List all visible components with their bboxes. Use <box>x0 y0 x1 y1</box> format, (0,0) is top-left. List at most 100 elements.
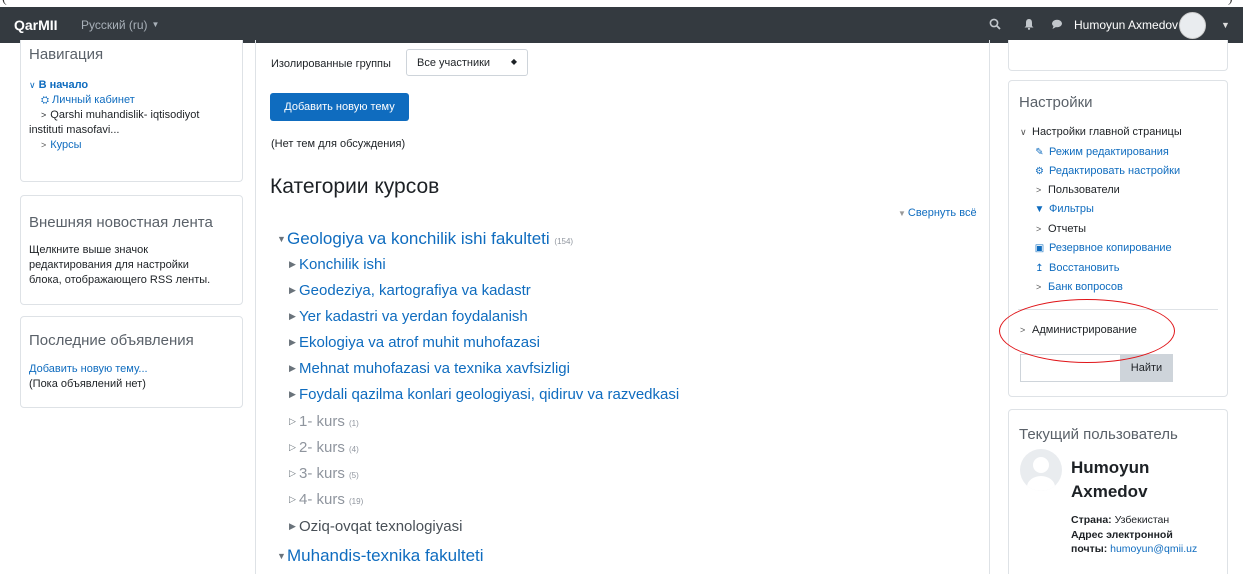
category-item[interactable]: ▷ 4- kurs (19) <box>289 491 363 508</box>
empty-triangle-icon: ▷ <box>289 416 296 426</box>
user-menu-name[interactable]: Humoyun Axmedov <box>1074 18 1178 32</box>
category-item[interactable]: ▶ Geodeziya, kartografiya va kadastr <box>289 282 531 299</box>
nav-site-label-2: instituti masofavi... <box>29 124 120 136</box>
nav-site-cont: instituti masofavi... <box>29 123 239 138</box>
navigation-title: Навигация <box>29 46 104 63</box>
nav-site-label-1: Qarshi muhandislik- iqtisodiyot <box>50 109 200 121</box>
chevron-right-icon: > <box>1020 325 1026 335</box>
collapsed-triangle-icon: ▶ <box>289 311 296 321</box>
category-item[interactable]: ▶ Foydali qazilma konlari geologiyasi, qi… <box>289 386 679 403</box>
groups-select[interactable]: Все участники ◆ <box>406 49 528 76</box>
chat-icon[interactable] <box>1049 16 1065 32</box>
category-count: (4) <box>349 445 359 454</box>
settings-item-backup[interactable]: ▣ Резервное копирование <box>1033 242 1172 254</box>
settings-item-label: Банк вопросов <box>1048 281 1123 293</box>
filter-icon: ▼ <box>1034 204 1045 215</box>
settings-item-question-bank[interactable]: > Банк вопросов <box>1036 281 1123 293</box>
backup-icon: ▣ <box>1034 243 1045 254</box>
right-paren: ) <box>1228 0 1233 7</box>
user-first-name: Humoyun <box>1071 458 1150 477</box>
site-brand[interactable]: QarMII <box>14 17 58 33</box>
category-count: (19) <box>349 497 364 506</box>
caret-down-icon[interactable]: ▼ <box>1221 20 1230 30</box>
nav-dashboard[interactable]: ⛭ Личный кабинет <box>29 93 239 108</box>
settings-section[interactable]: ∨ Настройки главной страницы <box>1020 126 1182 138</box>
rss-line: блока, отображающего RSS ленты. <box>29 274 211 286</box>
category-name: Oziq-ovqat texnologiyasi <box>299 518 463 535</box>
category-name: Foydali qazilma konlari geologiyasi, qid… <box>299 386 680 403</box>
category-item[interactable]: ▼Muhandis-texnika fakulteti <box>277 546 484 566</box>
chevron-right-icon: > <box>1036 224 1042 234</box>
settings-item-label: Фильтры <box>1049 203 1094 215</box>
settings-item-filters[interactable]: ▼ Фильтры <box>1033 203 1094 215</box>
category-count: (1) <box>349 419 359 428</box>
user-avatar[interactable] <box>1179 12 1206 39</box>
category-name: Ekologiya va atrof muhit muhofazasi <box>299 334 540 351</box>
settings-item-restore[interactable]: ↥ Восстановить <box>1033 262 1119 274</box>
expanded-triangle-icon: ▼ <box>277 234 286 244</box>
top-right-block <box>1008 40 1228 71</box>
empty-triangle-icon: ▷ <box>289 468 296 478</box>
announcements-empty: (Пока объявлений нет) <box>29 378 146 390</box>
email-link[interactable]: humoyun@qmii.uz <box>1110 543 1197 555</box>
nav-courses[interactable]: > Курсы <box>29 138 239 153</box>
nav-home[interactable]: ∨ В начало <box>29 78 239 93</box>
add-topic-button[interactable]: Добавить новую тему <box>270 93 409 121</box>
collapsed-triangle-icon: ▶ <box>289 363 296 373</box>
language-menu[interactable]: Русский (ru) ▼ <box>81 18 159 32</box>
triangle-down-icon: ▼ <box>898 209 906 218</box>
chevron-right-icon: > <box>1036 185 1042 195</box>
rss-text: Щелкните выше значок редактирования для … <box>29 243 239 288</box>
country-value: Узбекистан <box>1114 514 1170 526</box>
settings-item-reports[interactable]: > Отчеты <box>1036 223 1086 235</box>
settings-search-input[interactable] <box>1020 354 1120 382</box>
rss-line: Щелкните выше значок <box>29 244 149 256</box>
category-count: (5) <box>349 471 359 480</box>
nav-site[interactable]: > Qarshi muhandislik- iqtisodiyot <box>29 108 239 123</box>
search-icon[interactable] <box>987 16 1003 32</box>
category-item[interactable]: ▶ Oziq-ovqat texnologiyasi <box>289 518 462 535</box>
current-user-name[interactable]: Humoyun Axmedov <box>1071 456 1191 504</box>
nav-home-label: В начало <box>38 79 89 91</box>
add-topic-link[interactable]: Добавить новую тему... <box>29 363 148 375</box>
category-item[interactable]: ▶ Ekologiya va atrof muhit muhofazasi <box>289 334 540 351</box>
settings-divider <box>1018 309 1218 310</box>
settings-item-edit-settings[interactable]: ⚙ Редактировать настройки <box>1033 165 1180 177</box>
category-item[interactable]: ▷ 1- kurs (1) <box>289 413 359 430</box>
user-avatar[interactable] <box>1020 449 1062 491</box>
bell-icon[interactable] <box>1021 16 1037 32</box>
groups-label: Изолированные группы <box>271 58 391 70</box>
settings-item-label: Пользователи <box>1048 184 1120 196</box>
categories-heading: Категории курсов <box>270 175 440 198</box>
announcements-title: Последние объявления <box>29 332 194 349</box>
category-name: Geodeziya, kartografiya va kadastr <box>299 282 531 299</box>
category-count: (154) <box>554 237 574 246</box>
settings-admin[interactable]: > Администрирование <box>1020 324 1137 336</box>
navigation-block: Навигация ∨ В начало ⛭ Личный кабинет > Qar… <box>20 40 243 182</box>
settings-item-label: Редактировать настройки <box>1049 165 1181 177</box>
settings-admin-label: Администрирование <box>1032 324 1137 336</box>
category-item[interactable]: ▶ Yer kadastri va yerdan foydalanish <box>289 308 528 325</box>
collapsed-triangle-icon: ▶ <box>289 285 296 295</box>
category-item[interactable]: ▷ 2- kurs (4) <box>289 439 359 456</box>
pencil-icon: ✎ <box>1035 147 1044 158</box>
dashboard-icon: ⛭ <box>41 95 49 106</box>
empty-triangle-icon: ▷ <box>289 494 296 504</box>
settings-item-label: Отчеты <box>1048 223 1087 235</box>
current-user-title: Текущий пользователь <box>1019 426 1178 443</box>
top-strip: ( ) <box>0 0 1243 7</box>
settings-item-users[interactable]: > Пользователи <box>1036 184 1120 196</box>
collapse-all-link[interactable]: ▼ Свернуть всё <box>898 207 977 219</box>
collapsed-triangle-icon: ▶ <box>289 259 296 269</box>
settings-search-button[interactable]: Найти <box>1120 354 1173 382</box>
settings-item-label: Режим редактирования <box>1049 146 1169 158</box>
category-item[interactable]: ▶ Mehnat muhofazasi va texnika xavfsizlig… <box>289 360 570 377</box>
category-item[interactable]: ▶ Konchilik ishi <box>289 256 386 273</box>
chevron-right-icon: > <box>41 110 47 120</box>
expanded-triangle-icon: ▼ <box>277 551 286 561</box>
user-last-name: Axmedov <box>1071 482 1148 501</box>
announcements-block: Последние объявления Добавить новую тему… <box>20 316 243 408</box>
category-item[interactable]: ▷ 3- kurs (5) <box>289 465 359 482</box>
settings-item-edit-mode[interactable]: ✎ Режим редактирования <box>1033 146 1169 158</box>
category-item[interactable]: ▼Geologiya va konchilik ishi fakulteti (… <box>277 229 573 249</box>
